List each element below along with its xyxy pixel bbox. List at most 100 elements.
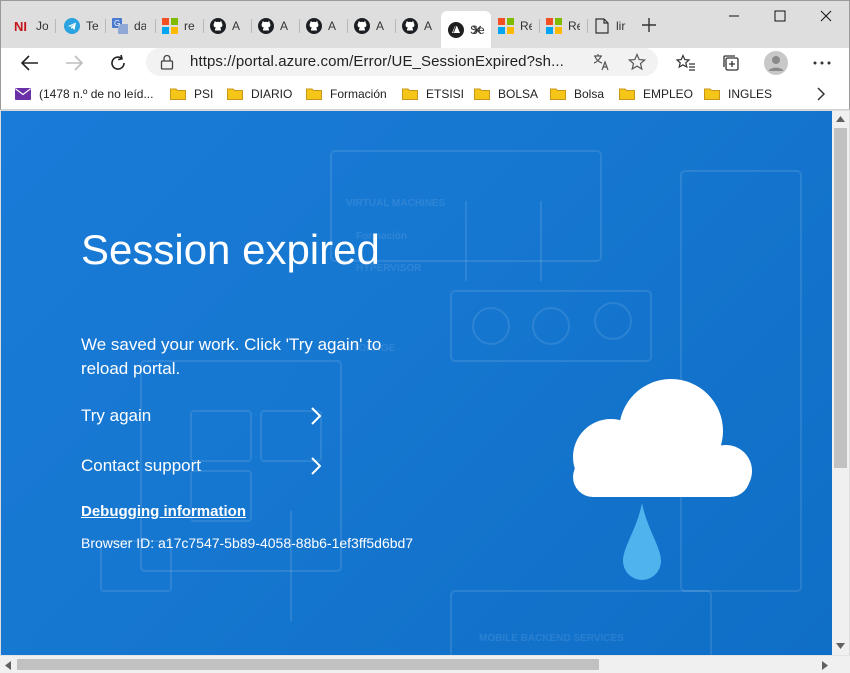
page-icon [594, 18, 610, 34]
scroll-left-arrow-icon[interactable] [5, 661, 11, 670]
tab-close-icon[interactable]: ✕ [471, 22, 483, 39]
bookmark-label: BOLSA [498, 87, 539, 101]
bookmark-mail[interactable]: (1478 n.º de no leíd... [15, 84, 153, 104]
bookmark-folder-ingles[interactable]: INGLES [704, 84, 772, 104]
folder-icon [619, 88, 635, 100]
bookmark-label: Bolsa [574, 87, 605, 101]
bookmark-folder-bolsa-upper[interactable]: BOLSA [474, 84, 538, 104]
translate-page-icon[interactable] [592, 53, 610, 76]
back-button[interactable] [15, 48, 45, 78]
session-expired-page: VIRTUAL MACHINES Formación HYPERVISOR ST… [1, 111, 832, 655]
cloud-icon [573, 379, 752, 580]
tab-8[interactable]: A [395, 11, 441, 41]
bookmarks-overflow-chevron-icon[interactable] [817, 84, 825, 104]
favorite-star-icon[interactable] [627, 52, 647, 76]
bookmark-folder-diario[interactable]: DIARIO [227, 84, 292, 104]
scroll-up-arrow-icon[interactable] [836, 116, 845, 122]
bookmark-label: PSI [194, 87, 214, 101]
translate-icon: G [112, 18, 128, 34]
try-again-button[interactable]: Try again [81, 403, 326, 429]
navigation-bar: https://portal.azure.com/Error/UE_Sessio… [0, 48, 850, 78]
vertical-scrollbar[interactable] [832, 111, 849, 655]
folder-icon [550, 88, 566, 100]
vertical-scrollbar-thumb[interactable] [834, 128, 847, 468]
tab-title: Re [568, 19, 580, 33]
tab-title: re [184, 19, 195, 33]
tab-1[interactable]: Te [57, 11, 103, 41]
refresh-button[interactable] [103, 48, 133, 78]
raindrop-icon [623, 503, 661, 580]
page-title: Session expired [81, 226, 380, 273]
tab-title: Re [520, 19, 532, 33]
tab-11[interactable]: Re [539, 11, 587, 41]
close-window-button[interactable] [803, 1, 849, 31]
microsoft-icon [162, 18, 178, 34]
scroll-right-arrow-icon[interactable] [822, 661, 828, 670]
bg-label-vm: VIRTUAL MACHINES [346, 198, 446, 209]
tab-title: A [376, 19, 385, 33]
github-icon [258, 18, 274, 34]
chevron-right-icon [311, 457, 321, 475]
bookmark-label: INGLES [728, 87, 773, 101]
folder-icon [170, 88, 186, 100]
tab-strip: NI Jo Te G da re A A A A A Se ✕ R R lir [0, 0, 850, 49]
bookmark-folder-empleo[interactable]: EMPLEO [619, 84, 693, 104]
scroll-down-arrow-icon[interactable] [836, 643, 845, 649]
bg-label-mobile-backend: MOBILE BACKEND SERVICES [479, 633, 624, 644]
bookmark-label: ETSISI [426, 87, 465, 101]
tab-2[interactable]: G da [105, 11, 155, 41]
github-icon [210, 18, 226, 34]
bookmark-label: Formación [330, 87, 387, 101]
horizontal-scrollbar[interactable] [0, 655, 850, 673]
contact-support-label: Contact support [81, 456, 202, 475]
maximize-button[interactable] [757, 1, 803, 31]
folder-icon [474, 88, 490, 100]
contact-support-button[interactable]: Contact support [81, 453, 326, 479]
bookmark-label: (1478 n.º de no leíd... [39, 87, 154, 101]
collections-icon[interactable] [716, 48, 746, 78]
github-icon [402, 18, 418, 34]
page-subtitle: We saved your work. Click 'Try again' to… [81, 335, 382, 378]
microsoft-icon [498, 18, 514, 34]
minimize-button[interactable] [711, 1, 757, 31]
debugging-information-link[interactable]: Debugging information [81, 503, 246, 520]
github-icon [306, 18, 322, 34]
url-text: https://portal.azure.com/Error/UE_Sessio… [190, 53, 564, 70]
tab-title: A [232, 19, 241, 33]
address-bar[interactable]: https://portal.azure.com/Error/UE_Sessio… [146, 48, 658, 76]
tab-title: A [424, 19, 433, 33]
bookmark-label: EMPLEO [643, 87, 694, 101]
tab-title: Jo [36, 19, 48, 33]
telegram-icon [64, 18, 80, 34]
tab-active[interactable]: Se ✕ [441, 11, 491, 49]
new-tab-button[interactable] [637, 13, 661, 37]
forward-button[interactable] [59, 48, 89, 78]
bookmark-folder-psi[interactable]: PSI [170, 84, 213, 104]
tab-12[interactable]: lir [587, 11, 633, 41]
favorites-icon[interactable] [671, 48, 701, 78]
tab-4[interactable]: A [203, 11, 251, 41]
bookmark-folder-bolsa[interactable]: Bolsa [550, 84, 604, 104]
tab-5[interactable]: A [251, 11, 299, 41]
tab-3[interactable]: re [155, 11, 203, 41]
chevron-right-icon [311, 407, 321, 425]
profile-avatar[interactable] [761, 48, 791, 78]
bookmark-folder-formacion[interactable]: Formación [306, 84, 387, 104]
newsletter-icon: NI [14, 18, 30, 34]
more-menu-icon[interactable] [807, 48, 837, 78]
tab-title: A [280, 19, 289, 33]
horizontal-scrollbar-thumb[interactable] [17, 659, 599, 670]
svg-text:NI: NI [14, 19, 27, 33]
bookmarks-bar: (1478 n.º de no leíd... PSI DIARIO Forma… [0, 78, 850, 110]
github-icon [354, 18, 370, 34]
svg-text:G: G [114, 19, 120, 28]
azure-icon [448, 22, 464, 38]
tab-10[interactable]: Re [491, 11, 539, 41]
tab-6[interactable]: A [299, 11, 347, 41]
tab-0[interactable]: NI Jo [7, 11, 53, 41]
tab-7[interactable]: A [347, 11, 395, 41]
bookmark-folder-etsisi[interactable]: ETSISI [402, 84, 464, 104]
tab-title: A [328, 19, 337, 33]
bookmark-label: DIARIO [251, 87, 293, 101]
microsoft-icon [546, 18, 562, 34]
